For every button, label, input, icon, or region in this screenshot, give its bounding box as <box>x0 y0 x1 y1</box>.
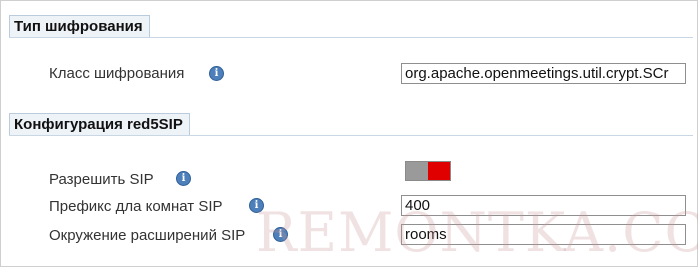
toggle-off-segment <box>406 162 428 180</box>
room-prefix-label: Префикс дла комнат SIP <box>49 198 223 215</box>
enable-sip-toggle[interactable] <box>405 161 451 181</box>
crypt-class-input[interactable] <box>401 63 686 84</box>
encryption-section-title: Тип шифрования <box>9 15 150 37</box>
exten-context-info-icon[interactable]: i <box>273 227 288 242</box>
room-prefix-info-icon[interactable]: i <box>249 198 264 213</box>
toggle-on-segment <box>428 162 450 180</box>
sip-section-header: Конфигурация red5SIP <box>9 113 693 136</box>
enable-sip-label: Разрешить SIP <box>49 171 154 188</box>
crypt-class-label: Класс шифрования <box>49 65 185 82</box>
room-prefix-input[interactable] <box>401 195 686 216</box>
exten-context-label: Окружение расширений SIP <box>49 227 246 244</box>
settings-panel: Тип шифрования Класс шифрования i Конфиг… <box>0 0 698 267</box>
enable-sip-info-icon[interactable]: i <box>176 171 191 186</box>
crypt-class-info-icon[interactable]: i <box>209 66 224 81</box>
exten-context-input[interactable] <box>401 224 686 245</box>
sip-section-title: Конфигурация red5SIP <box>9 113 190 135</box>
encryption-section-header: Тип шифрования <box>9 15 693 38</box>
